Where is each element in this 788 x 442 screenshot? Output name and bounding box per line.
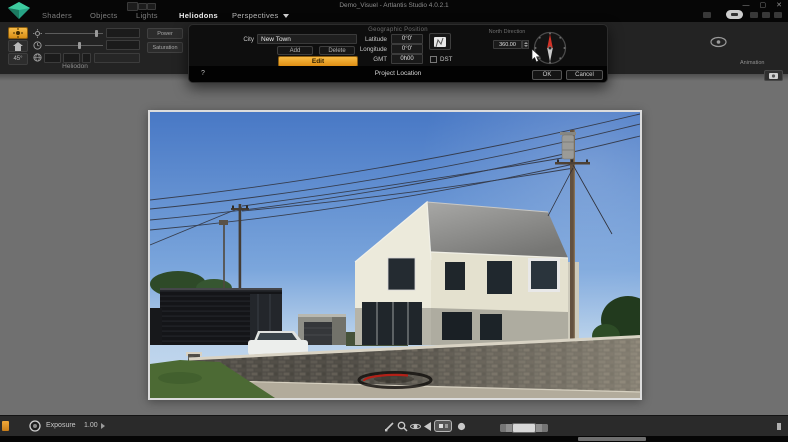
sun-power-slider-handle[interactable] xyxy=(95,30,98,37)
project-location-dialog: Geographic Position City Add Delete Edit… xyxy=(188,24,608,83)
dst-label: DST xyxy=(440,56,453,63)
north-direction-value[interactable]: 360.00 xyxy=(493,40,522,49)
record-icon[interactable] xyxy=(456,421,467,432)
ok-button[interactable]: OK xyxy=(532,70,562,80)
preview-icon[interactable] xyxy=(762,12,770,18)
tab-lights[interactable]: Lights xyxy=(136,11,158,20)
gmt-label: GMT xyxy=(373,56,387,63)
tab-perspectives[interactable]: Perspectives xyxy=(232,11,289,20)
camera-icon xyxy=(769,73,778,79)
saturation-button[interactable]: Saturation xyxy=(147,42,183,53)
panel-tab-marker[interactable] xyxy=(2,421,9,431)
close-button[interactable]: ✕ xyxy=(776,2,782,10)
chevron-down-icon xyxy=(282,14,289,18)
exposure-label: Exposure xyxy=(46,422,76,429)
north-direction-label: North Direction xyxy=(488,29,526,35)
workspace xyxy=(0,0,788,415)
clock-icon xyxy=(33,41,42,50)
date-time-value[interactable] xyxy=(94,53,140,63)
date-stepper[interactable] xyxy=(82,53,91,63)
eye-icon[interactable] xyxy=(710,36,727,48)
power-button[interactable]: Power xyxy=(147,28,183,39)
world-map-button[interactable] xyxy=(429,33,451,50)
animation-label: Animation xyxy=(740,60,765,66)
time-slider-handle[interactable] xyxy=(78,42,81,49)
heliodon-panel-label: Heliodon xyxy=(62,63,88,70)
dialog-footer: ? Project Location OK Cancel xyxy=(189,66,607,82)
time-value[interactable] xyxy=(106,40,140,50)
exposure-value[interactable]: 1.00 xyxy=(84,422,98,429)
cancel-button[interactable]: Cancel xyxy=(566,70,603,80)
title-bar: Demo_Visuel - Artlantis Studio 4.0.2.1 —… xyxy=(0,0,788,22)
timeline-scrollbar[interactable] xyxy=(500,423,548,433)
latitude-value[interactable]: 0°0' xyxy=(391,34,423,44)
sun-icon xyxy=(13,28,23,38)
gmt-value[interactable]: 0h00 xyxy=(391,54,423,64)
tab-objects[interactable]: Objects xyxy=(90,11,118,20)
exposure-icon[interactable] xyxy=(29,420,41,432)
window-title: Demo_Visuel - Artlantis Studio 4.0.2.1 xyxy=(339,2,449,9)
dst-checkbox[interactable] xyxy=(430,56,437,63)
map-icon xyxy=(434,36,446,47)
timeline-scrollbar-handle[interactable] xyxy=(512,423,536,433)
tab-heliodons[interactable]: Heliodons xyxy=(179,11,218,20)
settings-icon[interactable] xyxy=(774,12,782,18)
sun-power-value[interactable] xyxy=(106,28,140,38)
sun-power-icon xyxy=(33,29,42,38)
panel-toggle-button[interactable] xyxy=(764,70,783,81)
heliodon-45deg-button[interactable]: 45° xyxy=(8,53,28,65)
render-button[interactable] xyxy=(726,10,743,19)
house-icon xyxy=(13,41,23,51)
heliodon-manual-button[interactable] xyxy=(8,40,28,52)
taskbar-strip xyxy=(0,436,788,442)
mouse-cursor-icon xyxy=(531,49,542,63)
render-viewport[interactable] xyxy=(148,0,760,400)
time-slider[interactable] xyxy=(45,45,103,46)
longitude-label: Longitude xyxy=(359,46,387,53)
app-window: Demo_Visuel - Artlantis Studio 4.0.2.1 —… xyxy=(0,0,788,442)
resize-grip[interactable] xyxy=(777,423,781,430)
latitude-label: Latitude xyxy=(364,36,387,43)
bottom-bar: Exposure 1.00 xyxy=(0,415,788,436)
display-mode-icon[interactable] xyxy=(703,12,711,18)
pan-tool-icon[interactable] xyxy=(423,421,432,432)
longitude-value[interactable]: 0°0' xyxy=(391,44,423,54)
render-scene xyxy=(149,0,760,398)
batch-render-icon[interactable] xyxy=(750,12,758,18)
date-day-field[interactable] xyxy=(44,53,61,63)
taskbar-segment[interactable] xyxy=(578,437,646,441)
date-month-field[interactable] xyxy=(63,53,80,63)
zoom-tool-icon[interactable] xyxy=(397,421,408,432)
exposure-stepper-icon[interactable] xyxy=(101,423,105,429)
preview-mode-button[interactable] xyxy=(434,420,452,432)
city-label: City xyxy=(243,36,254,43)
tab-shaders[interactable]: Shaders xyxy=(42,11,72,20)
north-direction-stepper[interactable] xyxy=(522,40,529,49)
heliodon-location-button[interactable] xyxy=(8,27,28,39)
edit-tool-icon[interactable] xyxy=(384,421,395,432)
minimize-button[interactable]: — xyxy=(743,2,750,10)
orbit-tool-icon[interactable] xyxy=(410,421,421,432)
globe-icon xyxy=(33,53,42,62)
add-city-button[interactable]: Add xyxy=(277,46,313,55)
maximize-button[interactable]: ▢ xyxy=(760,2,767,10)
